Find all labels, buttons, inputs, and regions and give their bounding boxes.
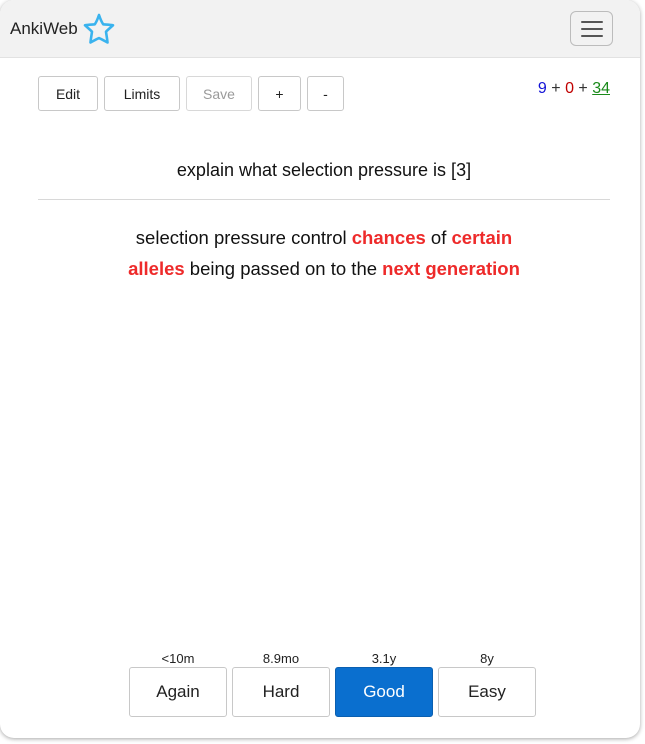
ease-again: <10m Again (129, 650, 227, 717)
again-button[interactable]: Again (129, 667, 227, 717)
interval-label: 3.1y (371, 651, 397, 666)
hamburger-menu-icon-bar (580, 34, 603, 37)
question-answer-divider (38, 199, 610, 200)
hamburger-menu-icon-bar (580, 27, 603, 30)
count-separator: + (573, 80, 593, 97)
due-counts: 9 + 0 + 34 (538, 80, 610, 98)
save-button[interactable]: Save (186, 76, 252, 111)
interval-label: <10m (161, 651, 195, 666)
limits-button[interactable]: Limits (104, 76, 180, 111)
answer-text: of (425, 227, 452, 248)
decrease-font-button[interactable]: - (307, 76, 344, 111)
new-count: 9 (537, 80, 547, 97)
answer-highlight: certain (451, 227, 513, 248)
learning-count: 0 (565, 80, 574, 97)
edit-button[interactable]: Edit (38, 76, 98, 111)
answer-text: selection pressure control (135, 227, 352, 248)
answer-highlight: alleles (128, 258, 185, 279)
brand-name: AnkiWeb (10, 18, 78, 38)
increase-font-button[interactable]: + (258, 76, 301, 111)
card-question: explain what selection pressure is [3] (176, 160, 472, 180)
ease-hard: 8.9mo Hard (232, 650, 330, 717)
interval-label: 8y (480, 651, 494, 666)
count-separator: + (546, 80, 566, 97)
answer-highlight: chances (351, 227, 426, 248)
answer-ease-buttons: <10m Again 8.9mo Hard 3.1y Good 8y Easy (129, 650, 536, 717)
good-button[interactable]: Good (335, 667, 433, 717)
card-answer: selection pressure control chances of ce… (38, 222, 610, 284)
app-window: AnkiWeb Edit Limits Save + - 9 + 0 + 34 … (0, 0, 640, 738)
review-count: 34 (592, 80, 610, 97)
card-toolbar: Edit Limits Save + - (38, 76, 344, 111)
answer-highlight: next generation (382, 258, 520, 279)
hamburger-menu-button[interactable] (570, 11, 613, 46)
hard-button[interactable]: Hard (232, 667, 330, 717)
easy-button[interactable]: Easy (438, 667, 536, 717)
navbar: AnkiWeb (0, 0, 640, 58)
star-outline-icon (83, 13, 115, 44)
ease-good: 3.1y Good (335, 650, 433, 717)
answer-text: being passed on to the (184, 258, 383, 279)
hamburger-menu-icon (580, 20, 603, 23)
brand[interactable]: AnkiWeb (10, 11, 117, 47)
interval-label: 8.9mo (262, 651, 300, 666)
ease-easy: 8y Easy (438, 650, 536, 717)
